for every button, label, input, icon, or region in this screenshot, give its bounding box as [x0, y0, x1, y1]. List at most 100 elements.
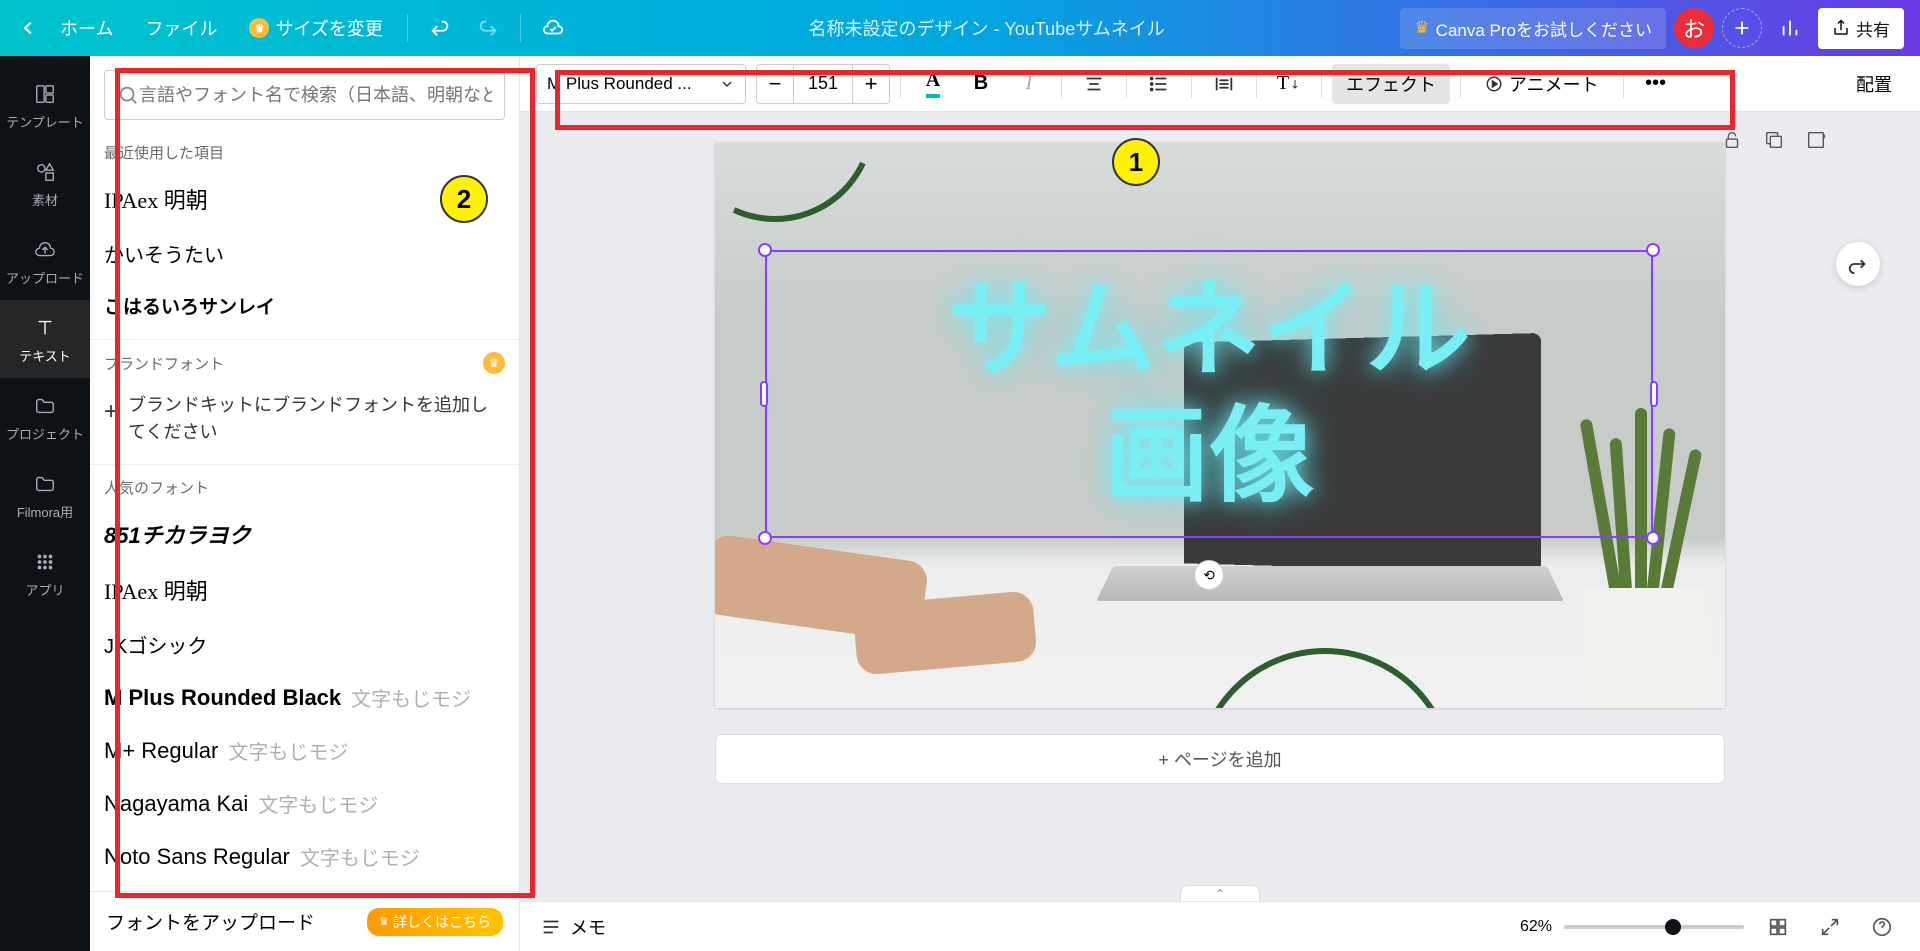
size-decrease[interactable]: − [757, 65, 793, 103]
duplicate-button[interactable] [1760, 126, 1788, 154]
share-button[interactable]: 共有 [1818, 8, 1904, 49]
nav-label: 素材 [32, 190, 58, 209]
elements-icon [31, 158, 59, 186]
size-value[interactable]: 151 [793, 65, 853, 103]
add-page-button[interactable]: + ページを追加 [715, 734, 1725, 784]
text-element[interactable]: ⟲ サムネイル 画像 [765, 250, 1653, 538]
notes-button[interactable]: メモ [540, 914, 606, 940]
font-item[interactable]: M Plus Rounded Black文字もじモジ [104, 671, 505, 724]
add-brand-font[interactable]: +ブランドキットにブランドフォントを追加してください [104, 382, 505, 456]
templates-icon [31, 80, 59, 108]
search-input[interactable] [139, 85, 492, 106]
resize-handle[interactable] [758, 531, 772, 545]
more-button[interactable]: ••• [1634, 64, 1678, 104]
font-name: M Plus Rounded ... [547, 74, 692, 94]
resize-menu[interactable]: ♛ サイズを変更 [237, 7, 394, 49]
folder-icon [31, 470, 59, 498]
back-button[interactable] [16, 16, 40, 40]
list-button[interactable] [1137, 64, 1181, 104]
design-canvas[interactable]: ⟲ サムネイル 画像 [715, 142, 1725, 708]
text-icon [31, 314, 59, 342]
font-item[interactable]: IPAex 明朝 [104, 562, 505, 618]
nav-apps[interactable]: アプリ [0, 534, 90, 612]
size-increase[interactable]: + [853, 65, 889, 103]
plus-icon: + [104, 394, 118, 430]
recent-label: 最近使用した項目 [104, 142, 505, 163]
resize-handle[interactable] [1646, 531, 1660, 545]
popular-label: 人気のフォント [104, 477, 505, 498]
nav-projects[interactable]: プロジェクト [0, 378, 90, 456]
document-title[interactable]: 名称未設定のデザイン - YouTubeサムネイル [581, 15, 1392, 41]
panel-footer: フォントをアップロード ♛詳しくはこちら [90, 891, 519, 951]
folder-icon [31, 392, 59, 420]
font-item[interactable]: かいそうたい [104, 227, 505, 280]
resize-handle[interactable] [758, 243, 772, 257]
resize-handle[interactable] [1650, 381, 1658, 407]
undo-button[interactable] [420, 8, 460, 48]
zoom-value[interactable]: 62% [1520, 918, 1552, 936]
nav-uploads[interactable]: アップロード [0, 222, 90, 300]
crown-icon: ♛ [249, 18, 269, 38]
canvas-controls [1718, 126, 1830, 154]
file-menu[interactable]: ファイル [133, 7, 229, 49]
font-item[interactable]: Popジョイ B♛ [104, 883, 505, 891]
rotate-handle[interactable]: ⟲ [1194, 560, 1224, 590]
font-selector[interactable]: M Plus Rounded ... [536, 64, 746, 104]
font-item[interactable]: Nagayama Kai文字もじモジ [104, 777, 505, 830]
home-menu[interactable]: ホーム [48, 7, 125, 49]
upload-font-button[interactable]: フォントをアップロード [106, 908, 315, 935]
nav-elements[interactable]: 素材 [0, 144, 90, 222]
cloud-sync-icon[interactable] [533, 8, 573, 48]
nav-text[interactable]: テキスト [0, 300, 90, 378]
separator [407, 14, 408, 42]
font-item[interactable]: JKゴシック [104, 618, 505, 671]
nav-label: アプリ [25, 580, 64, 599]
font-search[interactable] [104, 70, 505, 120]
user-avatar[interactable]: お [1674, 8, 1714, 48]
nav-filmora[interactable]: Filmora用 [0, 456, 90, 534]
top-bar: ホーム ファイル ♛ サイズを変更 名称未設定のデザイン - YouTubeサムネ… [0, 0, 1920, 56]
grid-view-button[interactable] [1760, 909, 1796, 945]
insights-button[interactable] [1770, 8, 1810, 48]
editor-footer: メモ 62% [520, 901, 1920, 951]
effects-button[interactable]: エフェクト [1332, 64, 1450, 104]
page-drawer-toggle[interactable]: ⌃ [1180, 885, 1260, 901]
font-item[interactable]: M+ Regular文字もじモジ [104, 724, 505, 777]
vertical-text-button[interactable]: T [1267, 64, 1311, 104]
bold-button[interactable]: B [959, 64, 1003, 104]
redo-float-button[interactable] [1836, 242, 1880, 286]
side-nav: テンプレート 素材 アップロード テキスト プロジェクト Filmora用 アプ… [0, 56, 90, 951]
add-button[interactable] [1802, 126, 1830, 154]
resize-handle[interactable] [1646, 243, 1660, 257]
canva-pro-button[interactable]: ♛Canva Proをお試しください [1400, 8, 1666, 49]
resize-handle[interactable] [760, 381, 768, 407]
font-item[interactable]: こはるいろサンレイ [104, 280, 505, 331]
search-icon [117, 84, 139, 106]
annotation-marker-2: 2 [440, 175, 488, 223]
italic-button[interactable]: I [1007, 64, 1051, 104]
position-button[interactable]: 配置 [1844, 71, 1904, 97]
pro-label: Canva Proをお試しください [1436, 16, 1652, 41]
font-item[interactable]: 851チカラヨク [104, 506, 505, 562]
share-label: 共有 [1856, 16, 1890, 41]
animate-icon [1485, 75, 1503, 93]
nav-templates[interactable]: テンプレート [0, 66, 90, 144]
canvas-area[interactable]: ⟲ サムネイル 画像 + ページを追加 [520, 112, 1920, 901]
text-color-button[interactable]: A [911, 64, 955, 104]
help-button[interactable] [1864, 909, 1900, 945]
text-toolbar: M Plus Rounded ... − 151 + A B I T エフェクト… [520, 56, 1920, 112]
spacing-button[interactable] [1202, 64, 1246, 104]
animate-button[interactable]: アニメート [1471, 64, 1613, 104]
add-member-button[interactable] [1722, 8, 1762, 48]
notes-icon [540, 916, 562, 938]
zoom-thumb[interactable] [1665, 919, 1681, 935]
detail-button[interactable]: ♛詳しくはこちら [367, 908, 503, 936]
fullscreen-button[interactable] [1812, 909, 1848, 945]
nav-label: プロジェクト [6, 424, 84, 443]
resize-label: サイズを変更 [275, 15, 382, 41]
font-item[interactable]: Noto Sans Regular文字もじモジ [104, 830, 505, 883]
zoom-slider[interactable] [1564, 925, 1744, 929]
redo-button[interactable] [468, 8, 508, 48]
font-list[interactable]: 最近使用した項目 IPAex 明朝 かいそうたい こはるいろサンレイ ブランドフ… [90, 130, 519, 891]
align-button[interactable] [1072, 64, 1116, 104]
